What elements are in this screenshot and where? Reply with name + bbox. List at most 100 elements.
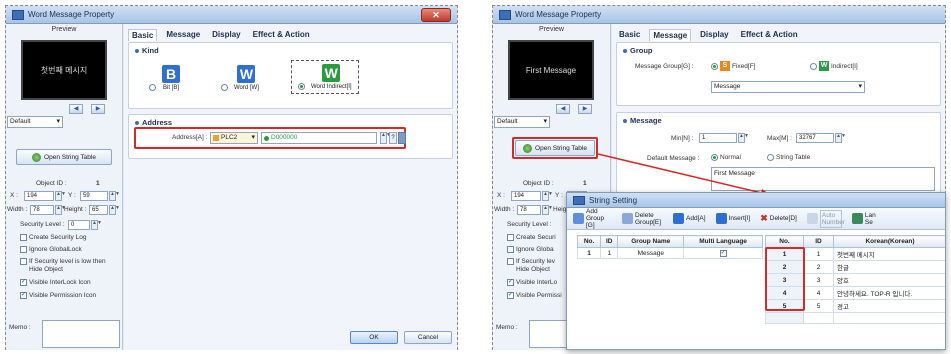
delete-button[interactable]: ✖ Delete[D] xyxy=(760,213,797,224)
object-id-value: 1 xyxy=(96,180,100,187)
visible-permission-icon-checkbox[interactable]: ✓ Visible Permissi xyxy=(507,292,562,299)
y-input[interactable]: 59 xyxy=(80,191,108,201)
word-indirect-option-body: W Word Indirect[I] xyxy=(311,64,352,90)
next-state-button[interactable]: ▶ xyxy=(91,104,105,114)
radio-bit[interactable] xyxy=(149,84,156,91)
state-dropdown[interactable]: Default xyxy=(494,116,550,128)
width-input[interactable]: 78 xyxy=(517,205,541,215)
ok-button[interactable]: OK xyxy=(350,331,398,344)
min-input[interactable]: 1 xyxy=(699,133,737,143)
y-spinner[interactable]: ▲▼ xyxy=(109,191,120,201)
visible-interlock-icon-checkbox[interactable]: ✓ Visible InterLock Icon xyxy=(20,279,91,286)
tab-message[interactable]: Message xyxy=(649,29,692,41)
tab-display[interactable]: Display xyxy=(209,29,243,41)
address-browse-icon[interactable] xyxy=(398,132,406,144)
kind-option-word[interactable]: W Word [W] xyxy=(221,65,259,91)
height-label: Height : xyxy=(64,206,87,213)
security-level-spinner[interactable]: ▲▼ xyxy=(91,220,102,230)
min-spinner[interactable]: ▲▼ xyxy=(738,133,749,143)
width-spinner[interactable]: ▲▼ xyxy=(542,205,553,215)
content-area: Basic Message Display Effect & Action Ki… xyxy=(124,24,457,350)
tab-basic[interactable]: Basic xyxy=(616,29,643,41)
indirect-marker-icon xyxy=(264,135,269,141)
x-spinner[interactable]: ▲▼ xyxy=(55,191,66,201)
window-title: Word Message Property xyxy=(515,10,602,19)
address-spinner[interactable]: ▲▼ xyxy=(380,132,391,144)
visible-interlock-icon-checkbox[interactable]: ✓ Visible InterLo xyxy=(507,279,557,286)
string-setting-titlebar: String Setting xyxy=(567,193,945,208)
max-input[interactable]: 32767 xyxy=(796,133,834,143)
x-input[interactable]: 194 xyxy=(511,191,541,201)
next-state-button[interactable]: ▶ xyxy=(578,104,592,114)
create-security-log-checkbox[interactable]: Create Security Log xyxy=(20,234,86,241)
insert-button[interactable]: Insert[I] xyxy=(715,213,750,224)
cell-multi-language[interactable]: ✓ xyxy=(683,247,763,259)
address-help-icon[interactable]: ? xyxy=(389,132,397,144)
fixed-s-icon: S xyxy=(720,61,730,71)
height-spinner[interactable]: ▲▼ xyxy=(109,205,120,215)
tab-display[interactable]: Display xyxy=(697,29,731,41)
prev-state-button[interactable]: ◀ xyxy=(69,104,83,114)
width-label: Width : xyxy=(7,206,28,213)
x-spinner[interactable]: ▲▼ xyxy=(542,191,553,201)
width-spinner[interactable]: ▲▼ xyxy=(55,205,66,215)
cell-text: 한글 xyxy=(833,260,945,274)
word-option-body: W Word [W] xyxy=(234,65,259,91)
plus-icon xyxy=(673,213,684,224)
security-level-input[interactable]: 0 xyxy=(68,220,90,230)
height-input[interactable]: 65 xyxy=(89,205,108,215)
indirect-radio[interactable]: W Indirect[I] xyxy=(810,61,858,71)
multi-language-checkbox[interactable]: ✓ xyxy=(719,250,727,257)
memo-input[interactable] xyxy=(529,320,567,348)
ignore-globallock-checkbox[interactable]: Ignore Globa xyxy=(507,246,554,253)
hide-object-checkbox[interactable]: If Security lev Hide Object xyxy=(507,258,567,274)
open-string-table-button[interactable]: Open String Table xyxy=(16,149,112,165)
width-input[interactable]: 78 xyxy=(30,205,54,215)
state-dropdown[interactable]: Default xyxy=(7,116,63,128)
message-group-label: Message Group[G] : xyxy=(635,63,694,70)
table-row[interactable] xyxy=(765,312,945,324)
kind-option-word-indirect[interactable]: W Word Indirect[I] xyxy=(291,60,359,94)
cell-id xyxy=(803,312,834,324)
ignore-globallock-checkbox[interactable]: Ignore GlobalLock xyxy=(20,246,82,253)
auto-number-button[interactable]: Auto Number xyxy=(806,209,845,228)
hide-object-checkbox[interactable]: If Security level is low then Hide Objec… xyxy=(20,258,120,274)
radio-word[interactable] xyxy=(221,84,228,91)
radio-word-indirect[interactable] xyxy=(298,83,305,90)
tab-effect-action[interactable]: Effect & Action xyxy=(738,29,801,41)
tab-effect-action[interactable]: Effect & Action xyxy=(250,29,313,41)
app-icon xyxy=(499,10,511,20)
group-dropdown[interactable]: Message xyxy=(711,81,865,93)
app-icon xyxy=(12,10,24,20)
preview-box: First Message xyxy=(508,40,594,100)
open-string-table-button[interactable]: Open String Table xyxy=(515,140,595,156)
address-device-dropdown[interactable]: PLC2 xyxy=(210,132,258,144)
language-setting-button[interactable]: Lan Se xyxy=(851,212,879,226)
table-row[interactable]: 1 1 Message ✓ xyxy=(576,247,763,259)
y-label: Y : xyxy=(555,192,563,199)
close-button[interactable]: ✕ xyxy=(421,8,451,22)
visible-permission-icon-checkbox[interactable]: ✓ Visible Permission Icon xyxy=(20,292,96,299)
create-security-log-checkbox[interactable]: Create Securi xyxy=(507,234,556,241)
radio-fixed xyxy=(711,62,718,70)
delete-group-button[interactable]: Delete Group[E] xyxy=(622,212,663,226)
cancel-button[interactable]: Cancel xyxy=(404,331,452,344)
word-indirect-option-label: Word Indirect[I] xyxy=(311,84,352,90)
address-input[interactable]: D000000 xyxy=(261,132,377,144)
add-group-button[interactable]: Add Group [G] xyxy=(573,208,612,229)
tab-basic[interactable]: Basic xyxy=(128,29,158,41)
max-spinner[interactable]: ▲▼ xyxy=(835,133,846,143)
prev-state-button[interactable]: ◀ xyxy=(556,104,570,114)
address-title: Address xyxy=(135,118,172,127)
add-button[interactable]: Add[A] xyxy=(673,213,706,224)
fixed-radio[interactable]: S Fixed[F] xyxy=(711,61,755,71)
object-id-label: Object ID : xyxy=(523,180,554,187)
kind-option-bit[interactable]: B Bit [B] xyxy=(149,65,180,91)
x-input[interactable]: 194 xyxy=(24,191,54,201)
language-icon xyxy=(851,213,863,224)
checkbox-box: ✓ xyxy=(507,279,514,286)
memo-input[interactable] xyxy=(42,320,120,348)
group-group: Group Message Group[G] : S Fixed[F] W Indi… xyxy=(616,42,941,106)
cell-id: 2 xyxy=(803,260,834,274)
tab-message[interactable]: Message xyxy=(163,29,203,41)
